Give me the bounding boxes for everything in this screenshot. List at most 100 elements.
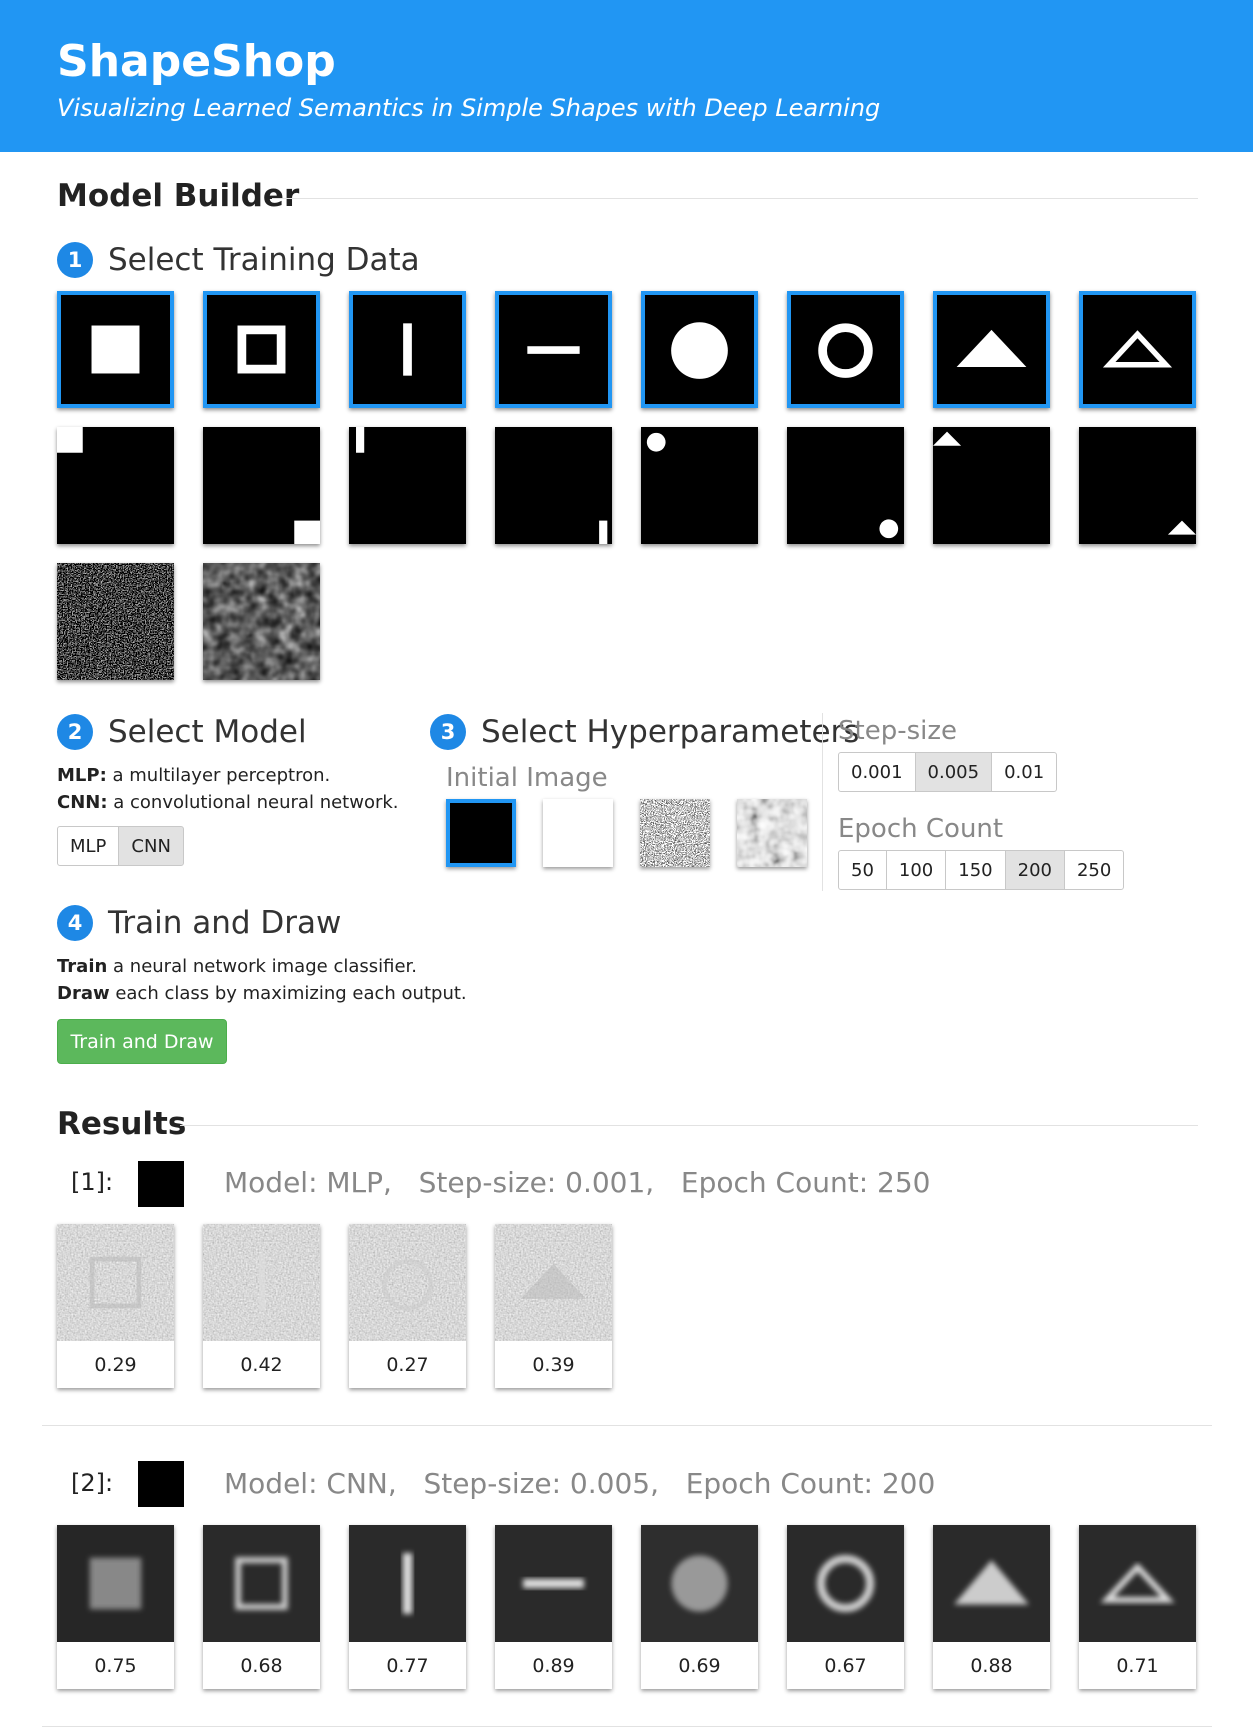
- result-epoch: Epoch Count: 250: [680, 1166, 931, 1199]
- training-shape-hollow-circle[interactable]: [787, 291, 904, 408]
- result-card: 0.89: [495, 1525, 612, 1689]
- result-image: [495, 1224, 612, 1341]
- result-score: 0.89: [532, 1654, 575, 1677]
- result-score: 0.39: [532, 1353, 575, 1376]
- heading-rule: [272, 198, 1198, 199]
- training-shape-corner-vline-2[interactable]: [495, 427, 612, 544]
- training-shape-corner-triangle[interactable]: [933, 427, 1050, 544]
- step-size-option-0.01[interactable]: 0.01: [991, 752, 1058, 792]
- result-separator: [42, 1726, 1212, 1727]
- step-size-label: Step-size: [838, 716, 957, 746]
- epoch-option-50[interactable]: 50: [838, 850, 887, 890]
- result-card: 0.71: [1079, 1525, 1196, 1689]
- step-title-text: Select Hyperparameters: [481, 714, 860, 750]
- result-image: [1079, 1525, 1196, 1642]
- result-score: 0.71: [1116, 1654, 1159, 1677]
- train-and-draw-button[interactable]: Train and Draw: [57, 1019, 227, 1064]
- result-score: 0.69: [678, 1654, 721, 1677]
- epoch-option-200[interactable]: 200: [1004, 850, 1065, 890]
- training-shape-corner-dot-2[interactable]: [787, 427, 904, 544]
- training-shape-hollow-triangle[interactable]: [1079, 291, 1196, 408]
- result-score: 0.88: [970, 1654, 1013, 1677]
- training-shape-corner-vline[interactable]: [349, 427, 466, 544]
- epoch-option-150[interactable]: 150: [945, 850, 1006, 890]
- hyperparam-divider: [822, 713, 823, 891]
- result-id: [1]:: [71, 1168, 114, 1196]
- training-smooth-noise[interactable]: [203, 563, 320, 680]
- epoch-count-label: Epoch Count: [838, 814, 1004, 844]
- step-number-badge: 3: [430, 714, 466, 750]
- train-draw-description: Train a neural network image classifier.…: [57, 953, 467, 1007]
- result-score: 0.67: [824, 1654, 867, 1677]
- model-descriptions: MLP: a multilayer perceptron. CNN: a con…: [57, 762, 399, 816]
- result-image: [203, 1525, 320, 1642]
- training-shape-horizontal-line[interactable]: [495, 291, 612, 408]
- result-image: [787, 1525, 904, 1642]
- training-shape-corner-dot[interactable]: [641, 427, 758, 544]
- step-size-option-0.001[interactable]: 0.001: [838, 752, 916, 792]
- result-card: 0.68: [203, 1525, 320, 1689]
- training-shape-vertical-line[interactable]: [349, 291, 466, 408]
- model-toggle: MLP CNN: [57, 826, 184, 866]
- training-shape-square[interactable]: [57, 291, 174, 408]
- mlp-term: MLP:: [57, 765, 107, 786]
- step-title-text: Select Training Data: [108, 242, 420, 278]
- result-card: 0.42: [203, 1224, 320, 1388]
- draw-term: Draw: [57, 983, 110, 1004]
- initial-image-black[interactable]: [446, 799, 516, 867]
- training-shape-corner-square-2[interactable]: [203, 427, 320, 544]
- epoch-option-100[interactable]: 100: [885, 850, 947, 890]
- result-card: 0.29: [57, 1224, 174, 1388]
- result-id: [2]:: [71, 1469, 114, 1497]
- result-epoch: Epoch Count: 200: [685, 1467, 936, 1500]
- training-white-noise[interactable]: [57, 563, 174, 680]
- step-title-text: Train and Draw: [108, 905, 342, 941]
- step-number-badge: 1: [57, 242, 93, 278]
- train-desc: a neural network image classifier.: [107, 956, 418, 977]
- heading-rule: [180, 1125, 1198, 1126]
- result-card: 0.75: [57, 1525, 174, 1689]
- result-settings: Model: MLP, Step-size: 0.001, Epoch Coun…: [224, 1166, 930, 1199]
- model-option-mlp[interactable]: MLP: [57, 826, 120, 866]
- training-shape-corner-triangle-2[interactable]: [1079, 427, 1196, 544]
- cnn-term: CNN:: [57, 792, 108, 813]
- epoch-option-250[interactable]: 250: [1063, 850, 1125, 890]
- result-model: Model: CNN,: [224, 1467, 397, 1500]
- result-card: 0.77: [349, 1525, 466, 1689]
- result-image: [641, 1525, 758, 1642]
- app-title: ShapeShop: [57, 36, 336, 87]
- initial-image-label: Initial Image: [446, 763, 608, 793]
- training-shape-circle[interactable]: [641, 291, 758, 408]
- training-shape-hollow-square[interactable]: [203, 291, 320, 408]
- cnn-desc: a convolutional neural network.: [107, 792, 399, 813]
- result-image: [349, 1525, 466, 1642]
- result-initial-image: [138, 1461, 184, 1507]
- result-score: 0.77: [386, 1654, 429, 1677]
- result-settings: Model: CNN, Step-size: 0.005, Epoch Coun…: [224, 1467, 935, 1500]
- step-size-option-0.005[interactable]: 0.005: [914, 752, 993, 792]
- initial-image-noise[interactable]: [640, 799, 710, 867]
- result-card: 0.88: [933, 1525, 1050, 1689]
- initial-image-smooth-noise[interactable]: [737, 799, 807, 867]
- result-image: [495, 1525, 612, 1642]
- result-initial-image: [138, 1161, 184, 1207]
- result-score: 0.27: [386, 1353, 429, 1376]
- result-step-size: Step-size: 0.001,: [418, 1166, 655, 1199]
- mlp-desc: a multilayer perceptron.: [106, 765, 331, 786]
- result-model: Model: MLP,: [224, 1166, 392, 1199]
- step3-title: 3 Select Hyperparameters: [430, 714, 859, 750]
- model-option-cnn[interactable]: CNN: [118, 826, 184, 866]
- step2-title: 2 Select Model: [57, 714, 307, 750]
- step-number-badge: 4: [57, 905, 93, 941]
- initial-image-white[interactable]: [543, 799, 613, 867]
- results-heading: Results: [57, 1106, 187, 1142]
- result-card: 0.39: [495, 1224, 612, 1388]
- training-shape-triangle[interactable]: [933, 291, 1050, 408]
- step-size-toggle: 0.001 0.005 0.01: [838, 752, 1058, 792]
- result-image: [933, 1525, 1050, 1642]
- result-card: 0.27: [349, 1224, 466, 1388]
- result-score: 0.75: [94, 1654, 137, 1677]
- training-shape-corner-square[interactable]: [57, 427, 174, 544]
- step4-title: 4 Train and Draw: [57, 905, 341, 941]
- step1-title: 1 Select Training Data: [57, 242, 420, 278]
